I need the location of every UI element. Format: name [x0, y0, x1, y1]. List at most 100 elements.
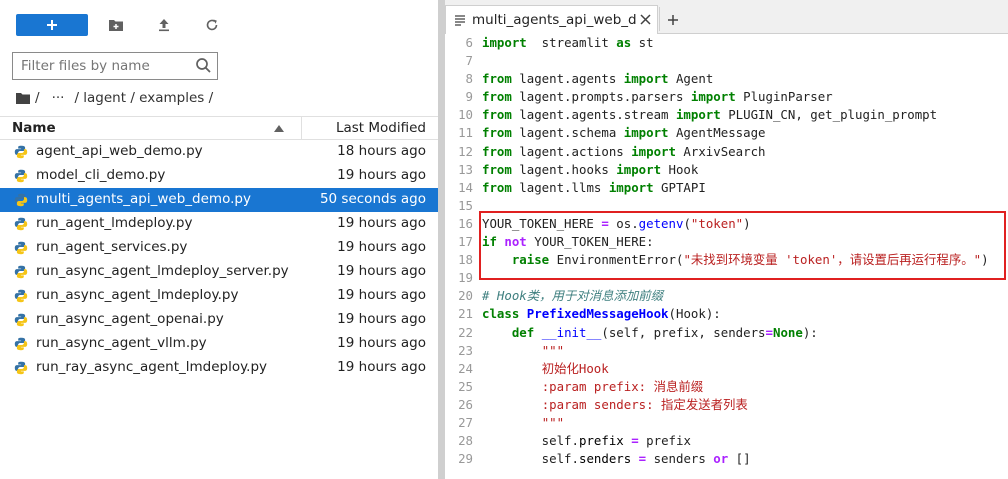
code-line: 21 class PrefixedMessageHook(Hook): — [445, 305, 1008, 323]
code-token: EnvironmentError( — [549, 252, 684, 268]
code-token: prefix — [638, 433, 691, 449]
name-column-header[interactable]: Name — [12, 120, 56, 136]
code-token: prefix — [578, 433, 624, 449]
line-number: 25 — [458, 378, 473, 394]
line-text: if not YOUR_TOKEN_HERE: — [482, 233, 654, 251]
file-row[interactable]: run_agent_lmdeploy.py 19 hours ago — [0, 212, 438, 236]
new-folder-button[interactable] — [104, 14, 128, 36]
code-line: 18 raise EnvironmentError("未找到环境变量 'toke… — [445, 251, 1008, 269]
code-token: """ — [541, 414, 565, 430]
file-row[interactable]: run_async_agent_lmdeploy_server.py 19 hou… — [0, 260, 438, 284]
code-token: YOUR_TOKEN_HERE: — [526, 234, 654, 250]
file-row[interactable]: agent_api_web_demo.py 18 hours ago — [0, 140, 438, 164]
folder-icon[interactable] — [15, 92, 31, 105]
python-file-icon — [14, 337, 28, 351]
code-editor[interactable]: 6 import streamlit as st 7 8 from lagent.age… — [445, 34, 1008, 468]
code-token: "token" — [690, 215, 744, 231]
code-token: class — [482, 306, 520, 322]
line-number: 7 — [465, 53, 473, 69]
line-text: # Hook类，用于对消息添加前缀 — [482, 287, 663, 305]
code-line: 14 from lagent.llms import GPTAPI — [445, 179, 1008, 197]
new-launcher-button[interactable] — [16, 14, 88, 36]
python-file-icon — [14, 313, 28, 327]
line-number: 10 — [458, 107, 473, 123]
code-token: lagent.hooks — [511, 161, 617, 177]
code-line: 8 from lagent.agents import Agent — [445, 70, 1008, 88]
code-token: import — [482, 35, 527, 50]
file-modified: 18 hours ago — [337, 143, 426, 159]
close-icon[interactable] — [640, 14, 651, 25]
file-row[interactable]: multi_agents_api_web_demo.py 50 seconds a… — [0, 188, 438, 212]
sort-up-icon[interactable] — [274, 125, 284, 132]
new-folder-icon — [109, 20, 123, 31]
file-row[interactable]: run_ray_async_agent_lmdeploy.py 19 hours … — [0, 356, 438, 380]
last-modified-column-header[interactable]: Last Modified — [336, 120, 426, 136]
line-text: from lagent.agents import Agent — [482, 70, 713, 88]
code-token: not — [504, 234, 527, 250]
code-token: import — [631, 143, 676, 159]
file-row[interactable]: model_cli_demo.py 19 hours ago — [0, 164, 438, 188]
line-number: 24 — [458, 360, 473, 376]
file-modified: 19 hours ago — [337, 239, 426, 255]
code-token: import — [608, 179, 654, 195]
file-row[interactable]: run_agent_services.py 19 hours ago — [0, 236, 438, 260]
file-row[interactable]: run_async_agent_openai.py 19 hours ago — [0, 308, 438, 332]
code-line: 13 from lagent.hooks import Hook — [445, 161, 1008, 179]
file-name: run_async_agent_lmdeploy.py — [36, 287, 239, 303]
line-text: from lagent.agents.stream import PLUGIN_… — [482, 106, 937, 124]
file-row[interactable]: run_async_agent_lmdeploy.py 19 hours ago — [0, 284, 438, 308]
python-file-icon — [14, 193, 28, 207]
breadcrumb-root[interactable]: / — [35, 90, 40, 106]
search-icon — [196, 58, 211, 73]
code-token: lagent.agents — [511, 71, 624, 87]
tab-bar: multi_agents_api_web_demo.py — [445, 0, 1008, 34]
file-modified: 50 seconds ago — [319, 191, 426, 207]
line-number: 21 — [458, 306, 473, 322]
breadcrumb-path[interactable]: / lagent / examples / — [74, 90, 213, 106]
code-token: senders — [578, 451, 632, 467]
add-tab-button[interactable] — [659, 7, 684, 31]
line-number: 14 — [458, 179, 473, 195]
line-text: 初始化Hook — [482, 360, 609, 378]
code-token: PrefixedMessageHook — [526, 306, 669, 322]
code-line: 20 # Hook类，用于对消息添加前缀 — [445, 287, 1008, 305]
code-line: 10 from lagent.agents.stream import PLUGI… — [445, 106, 1008, 124]
code-token: (Hook): — [668, 306, 721, 322]
upload-button[interactable] — [152, 14, 176, 36]
code-line: 19 — [445, 269, 1008, 287]
panel-splitter[interactable] — [438, 0, 445, 479]
file-row[interactable]: run_async_agent_vllm.py 19 hours ago — [0, 332, 438, 356]
code-token: import — [623, 71, 669, 87]
code-token: (self, prefix, senders — [601, 324, 766, 340]
line-number: 17 — [458, 234, 473, 250]
tab-label: multi_agents_api_web_demo.py — [472, 12, 637, 28]
code-token: os. — [608, 215, 639, 231]
code-token: getenv — [638, 215, 684, 231]
file-modified: 19 hours ago — [337, 359, 426, 375]
tab-multi-agents-api-web-demo[interactable]: multi_agents_api_web_demo.py — [445, 5, 658, 34]
python-file-icon — [14, 169, 28, 183]
python-file-icon — [14, 217, 28, 231]
breadcrumb-ellipsis[interactable]: ··· — [52, 90, 65, 106]
code-token: ) — [743, 215, 751, 231]
code-token: lagent.llms — [511, 179, 609, 195]
code-line: 9 from lagent.prompts.parsers import Plug… — [445, 88, 1008, 106]
code-token: if — [482, 234, 497, 250]
line-number: 19 — [458, 270, 473, 286]
code-token: AgentMessage — [668, 125, 766, 141]
line-text: from lagent.prompts.parsers import Plugi… — [482, 88, 833, 106]
filter-input[interactable] — [13, 53, 197, 79]
code-line: 27 """ — [445, 414, 1008, 432]
line-number: 28 — [458, 433, 473, 449]
line-text: raise EnvironmentError("未找到环境变量 'token'，… — [482, 251, 989, 269]
file-name: run_async_agent_lmdeploy_server.py — [36, 263, 289, 279]
code-token: [] — [728, 451, 751, 467]
code-line: 6 import streamlit as st — [445, 34, 1008, 52]
plus-icon — [668, 15, 678, 25]
code-token: from — [482, 179, 512, 195]
refresh-button[interactable] — [200, 14, 224, 36]
